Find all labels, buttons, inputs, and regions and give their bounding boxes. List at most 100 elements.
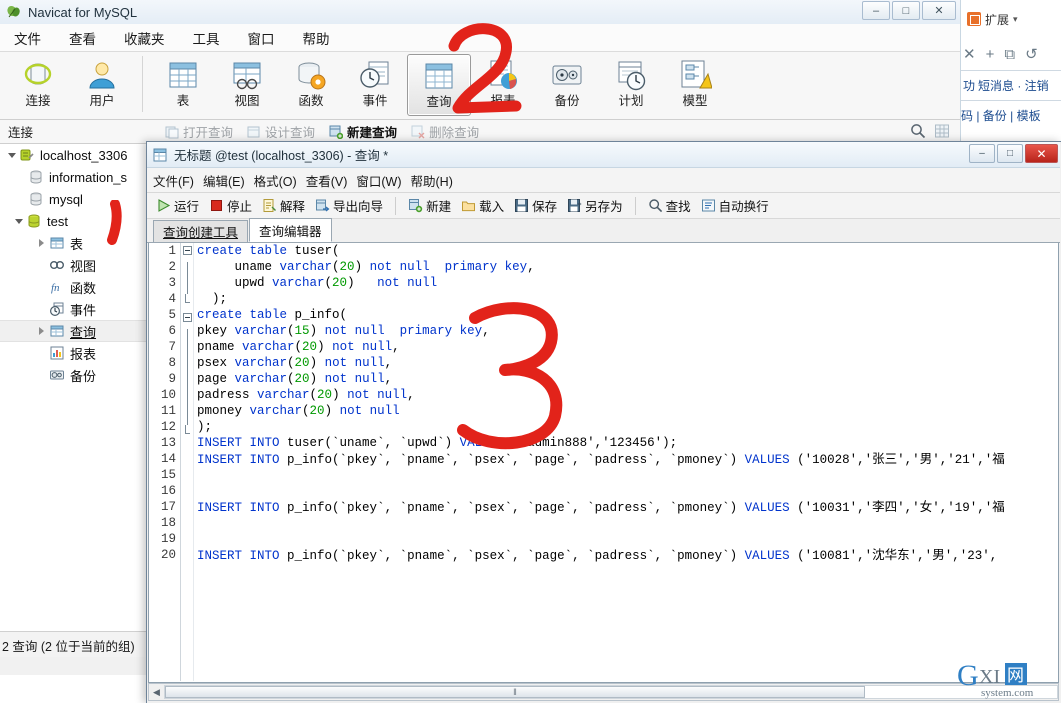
- load-button[interactable]: 载入: [456, 195, 509, 217]
- load-icon: [462, 201, 476, 212]
- connection-bar-right-icons[interactable]: [910, 123, 950, 139]
- editor-horizontal-scrollbar[interactable]: ◀ ‖: [148, 683, 1059, 701]
- twisty-closed-icon[interactable]: [36, 238, 47, 249]
- connection-bar-actions[interactable]: 打开查询 设计查询 新建查询 删除查询: [165, 122, 479, 141]
- toolbar-button-backup[interactable]: 备份: [535, 54, 599, 116]
- chevron-down-icon[interactable]: ▾: [1013, 14, 1018, 25]
- tree-node-queries[interactable]: 查询: [0, 320, 147, 342]
- scroll-track[interactable]: ‖: [164, 685, 1058, 699]
- word-wrap-button[interactable]: 自动换行: [696, 195, 774, 217]
- query-menu-edit[interactable]: 编辑(E): [203, 171, 245, 190]
- toolbar-button-model[interactable]: 模型: [663, 54, 727, 116]
- main-window-controls[interactable]: – □ ✕: [862, 1, 956, 20]
- tree-node-views[interactable]: 视图: [0, 254, 147, 276]
- query-window-controls[interactable]: – □ ✕: [969, 144, 1058, 163]
- code-line: );: [197, 420, 213, 434]
- query-minimize-button[interactable]: –: [969, 144, 995, 163]
- background-extension-row[interactable]: 扩展 ▾: [961, 6, 1061, 32]
- background-nav-row[interactable]: ✕ + ⧉ ↺: [961, 40, 1061, 68]
- background-link-row-1[interactable]: 功 短消息 · 注销: [961, 74, 1061, 96]
- toolbar-button-user[interactable]: 用户: [70, 54, 134, 116]
- query-menubar[interactable]: 文件(F) 编辑(E) 格式(O) 查看(V) 窗口(W) 帮助(H): [147, 168, 1060, 193]
- object-tree-sidebar[interactable]: localhost_3306 information_s mysql test …: [0, 144, 148, 631]
- tree-node-tables[interactable]: 表: [0, 232, 147, 254]
- tree-node-mysql[interactable]: mysql: [0, 188, 147, 210]
- tree-label-reports: 报表: [70, 346, 97, 362]
- explain-button[interactable]: 解释: [257, 195, 310, 217]
- fold-marker-start[interactable]: [181, 246, 193, 262]
- sql-editor[interactable]: 1 2 3 4 5 6 7 8 9 10 11 12 13 14 15 16 1…: [148, 243, 1059, 683]
- main-toolbar[interactable]: 连接 用户 表 视图 函数 事件 查询 报表 备份 计划 模型: [0, 52, 960, 120]
- new-button[interactable]: 新建: [403, 195, 456, 217]
- query-toolbar[interactable]: 运行 停止 解释 导出向导 新建 载入 保存 另存为 查找 自动换行: [147, 193, 1060, 219]
- menu-item-favorites[interactable]: 收藏夹: [124, 28, 165, 48]
- find-button[interactable]: 查找: [643, 195, 696, 217]
- line-number: 5: [168, 308, 176, 322]
- scroll-left-arrow[interactable]: ◀: [149, 685, 164, 700]
- toolbar-button-event[interactable]: 事件: [343, 54, 407, 116]
- scroll-thumb[interactable]: ‖: [165, 686, 865, 698]
- main-menubar[interactable]: 文件 查看 收藏夹 工具 窗口 帮助: [0, 24, 960, 52]
- query-menu-format[interactable]: 格式(O): [254, 171, 297, 190]
- delete-query-action[interactable]: 删除查询: [411, 122, 479, 141]
- toolbar-button-table[interactable]: 表: [151, 54, 215, 116]
- twisty-closed-icon[interactable]: [36, 326, 47, 337]
- query-maximize-button[interactable]: □: [997, 144, 1023, 163]
- new-query-action[interactable]: 新建查询: [329, 122, 397, 141]
- query-menu-view[interactable]: 查看(V): [306, 171, 348, 190]
- toolbar-button-schedule[interactable]: 计划: [599, 54, 663, 116]
- close-tab-icon[interactable]: ✕: [963, 45, 976, 63]
- toolbar-button-view[interactable]: 视图: [215, 54, 279, 116]
- new-tab-icon[interactable]: +: [986, 46, 995, 63]
- grid-view-icon[interactable]: [934, 123, 950, 139]
- search-icon[interactable]: [910, 123, 926, 139]
- stop-button[interactable]: 停止: [204, 195, 257, 217]
- query-menu-file[interactable]: 文件(F): [153, 171, 194, 190]
- open-query-action[interactable]: 打开查询: [165, 122, 233, 141]
- fold-marker-start[interactable]: [181, 313, 193, 329]
- maximize-button[interactable]: □: [892, 1, 920, 20]
- toolbar-button-query[interactable]: 查询: [407, 54, 471, 116]
- toolbar-group-objects: 表 视图 函数 事件 查询 报表 备份 计划 模型: [151, 54, 727, 118]
- background-link-row-2[interactable]: 码 | 备份 | 模板: [961, 104, 1061, 126]
- close-button[interactable]: ✕: [922, 1, 956, 20]
- tree-node-test[interactable]: test: [0, 210, 147, 232]
- menu-item-help[interactable]: 帮助: [303, 28, 330, 48]
- tab-query-editor[interactable]: 查询编辑器: [249, 218, 332, 242]
- query-close-button[interactable]: ✕: [1025, 144, 1058, 163]
- tree-node-functions[interactable]: fn 函数: [0, 276, 147, 298]
- twisty-open-icon[interactable]: [13, 216, 24, 227]
- query-tabs[interactable]: 查询创建工具 查询编辑器: [147, 218, 1060, 243]
- query-menu-help[interactable]: 帮助(H): [411, 171, 453, 190]
- tree-node-events[interactable]: 事件: [0, 298, 147, 320]
- code-line: );: [197, 292, 228, 306]
- background-link-text-1[interactable]: 短消息 · 注销: [978, 77, 1049, 94]
- twisty-open-icon[interactable]: [6, 150, 17, 161]
- tree-node-backups[interactable]: 备份: [0, 364, 147, 386]
- menu-item-tools[interactable]: 工具: [193, 28, 220, 48]
- toolbar-button-function[interactable]: 函数: [279, 54, 343, 116]
- tab-query-builder[interactable]: 查询创建工具: [153, 220, 249, 242]
- query-toolbar-divider-2: [634, 196, 636, 215]
- tree-node-reports[interactable]: 报表: [0, 342, 147, 364]
- restore-tab-icon[interactable]: ⧉: [1004, 46, 1015, 63]
- tree-node-information-schema[interactable]: information_s: [0, 166, 147, 188]
- menu-item-window[interactable]: 窗口: [248, 28, 275, 48]
- export-wizard-button[interactable]: 导出向导: [310, 195, 388, 217]
- reload-icon[interactable]: ↺: [1025, 45, 1038, 63]
- query-menu-window[interactable]: 窗口(W): [356, 171, 401, 190]
- save-as-button[interactable]: 另存为: [562, 195, 628, 217]
- run-button[interactable]: 运行: [151, 195, 204, 217]
- code-folding-column[interactable]: [181, 243, 194, 681]
- toolbar-button-report[interactable]: 报表: [471, 54, 535, 116]
- menu-item-file[interactable]: 文件: [14, 28, 41, 48]
- menu-item-view[interactable]: 查看: [69, 28, 96, 48]
- design-query-action[interactable]: 设计查询: [247, 122, 315, 141]
- minimize-button[interactable]: –: [862, 1, 890, 20]
- background-link-text-2[interactable]: 码 | 备份 | 模板: [961, 107, 1041, 124]
- tree-node-localhost[interactable]: localhost_3306: [0, 144, 147, 166]
- save-button[interactable]: 保存: [509, 195, 562, 217]
- save-icon: [515, 199, 529, 212]
- code-text-area[interactable]: create table tuser( uname varchar(20) no…: [194, 243, 1058, 681]
- toolbar-button-connection[interactable]: 连接: [6, 54, 70, 116]
